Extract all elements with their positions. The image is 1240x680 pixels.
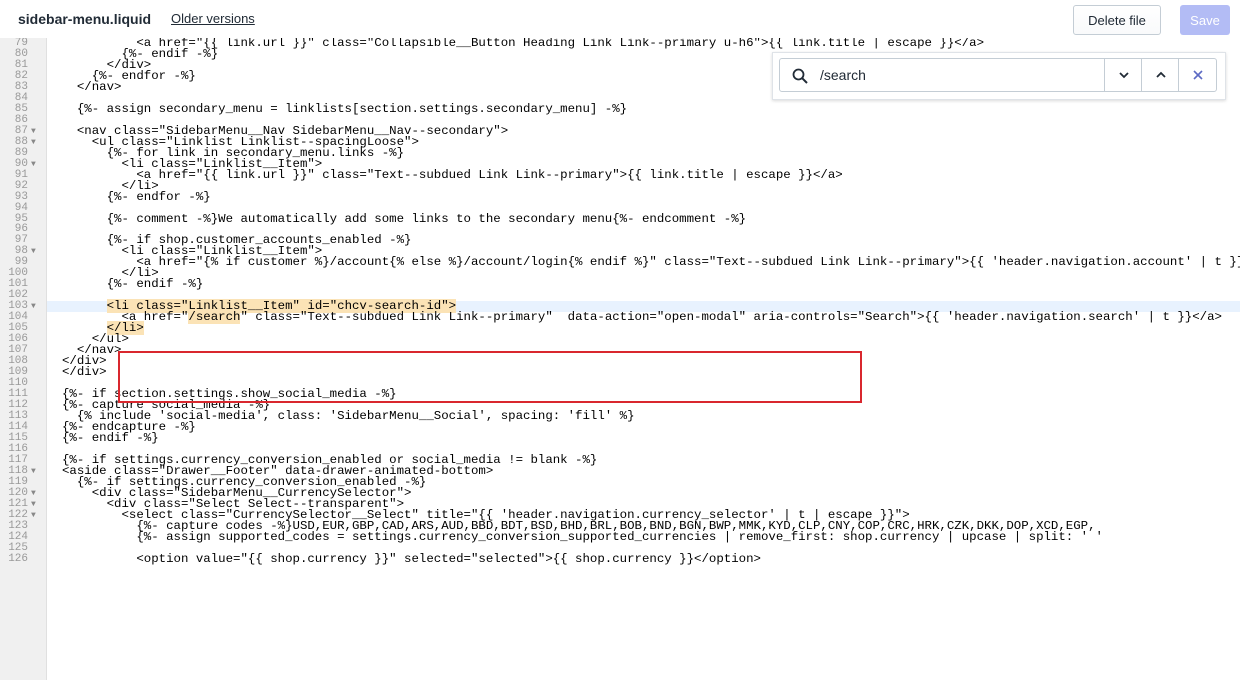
code-line[interactable]: 115 {%- endif -%} (0, 430, 1240, 445)
fold-toggle-icon[interactable]: ▼ (31, 301, 36, 312)
older-versions-link[interactable]: Older versions (171, 11, 255, 26)
fold-toggle-icon[interactable]: ▼ (31, 246, 36, 257)
line-number: 92 (14, 179, 28, 192)
code-line[interactable]: 99 <a href="{% if customer %}/account{% … (0, 255, 1240, 270)
code-text: {%- assign secondary_menu = linklists[se… (62, 101, 628, 116)
code-line[interactable]: 124 {%- assign supported_codes = setting… (0, 529, 1240, 544)
file-name: sidebar-menu.liquid (18, 11, 152, 27)
code-text: <a href="/search" class="Text--subdued L… (62, 310, 1222, 325)
search-icon (792, 68, 808, 84)
code-text: <a href="{% if customer %}/account{% els… (62, 255, 1240, 270)
chevron-down-icon (1118, 72, 1129, 79)
code-line[interactable]: 105 </li> (0, 321, 1240, 336)
code-line[interactable]: 91 <a href="{{ link.url }}" class="Text-… (0, 167, 1240, 182)
fold-toggle-icon[interactable]: ▼ (31, 499, 36, 510)
code-text: <a href="{{ link.url }}" class="Text--su… (62, 167, 843, 182)
fold-toggle-icon[interactable]: ▼ (31, 126, 36, 137)
chevron-up-icon (1155, 71, 1166, 78)
code-text: {%- comment -%}We automatically add some… (62, 211, 747, 226)
next-match-button[interactable] (1104, 59, 1142, 91)
code-text: </nav> (62, 79, 122, 94)
close-search-button[interactable] (1178, 59, 1216, 91)
code-text: {%- endfor -%} (62, 189, 211, 204)
line-number: 94 (14, 201, 28, 214)
line-number: 124 (8, 530, 28, 543)
delete-file-button[interactable]: Delete file (1073, 5, 1161, 35)
search-match: /search (188, 310, 241, 325)
code-line[interactable]: 93 {%- endfor -%} (0, 189, 1240, 204)
highlight-annotation-box (118, 351, 862, 403)
fold-toggle-icon[interactable]: ▼ (31, 466, 36, 477)
code-text: {%- endif -%} (62, 430, 159, 445)
code-line[interactable]: 85 {%- assign secondary_menu = linklists… (0, 101, 1240, 116)
line-number: 91 (14, 168, 28, 181)
code-line[interactable]: 101 {%- endif -%} (0, 277, 1240, 292)
search-panel (772, 52, 1226, 100)
code-text: {%- assign supported_codes = settings.cu… (62, 529, 1103, 544)
fold-toggle-icon[interactable]: ▼ (31, 159, 36, 170)
line-number: 90 (14, 157, 28, 170)
line-number: 126 (8, 552, 28, 565)
fold-toggle-icon[interactable]: ▼ (31, 488, 36, 499)
editor-header: sidebar-menu.liquid Older versions Delet… (0, 0, 1240, 38)
code-line[interactable]: 126 <option value="{{ shop.currency }}" … (0, 551, 1240, 566)
code-line[interactable]: 95 {%- comment -%}We automatically add s… (0, 211, 1240, 226)
code-text: {%- endif -%} (62, 277, 204, 292)
code-line[interactable]: 106 </ul> (0, 333, 1240, 345)
code-text: <option value="{{ shop.currency }}" sele… (62, 551, 761, 566)
line-number: 93 (14, 190, 28, 203)
code-text: </div> (62, 365, 107, 380)
search-box[interactable] (779, 58, 1217, 92)
previous-match-button[interactable] (1141, 59, 1179, 91)
close-icon (1192, 70, 1203, 80)
line-number: 125 (8, 541, 28, 554)
search-input[interactable] (820, 65, 1100, 85)
fold-toggle-icon[interactable]: ▼ (31, 510, 36, 521)
fold-toggle-icon[interactable]: ▼ (31, 137, 36, 148)
code-line[interactable]: 104 <a href="/search" class="Text--subdu… (0, 310, 1240, 325)
code-line[interactable]: 114 {%- endcapture -%} (0, 421, 1240, 433)
save-button[interactable]: Save (1180, 5, 1230, 35)
